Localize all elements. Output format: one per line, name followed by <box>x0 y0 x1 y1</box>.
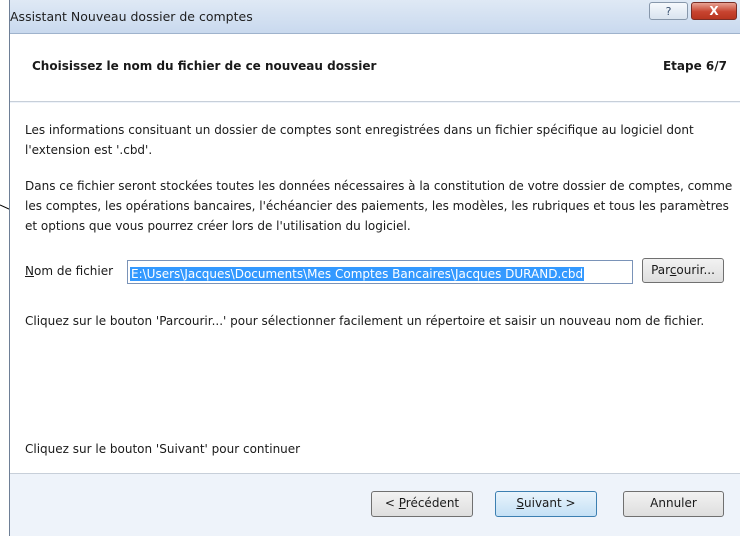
close-icon: X <box>709 4 719 18</box>
previous-button[interactable]: < Précédent <box>371 491 473 517</box>
next-button[interactable]: Suivant > <box>495 491 597 517</box>
next-label-after: uivant > <box>524 496 576 510</box>
intro-paragraph: Les informations consituant un dossier d… <box>25 123 694 157</box>
help-icon: ? <box>665 5 672 18</box>
cancel-button[interactable]: Annuler <box>623 491 724 517</box>
filename-label-text: om de fichier <box>33 264 114 278</box>
filename-value: E:\Users\Jacques\Documents\Mes Comptes B… <box>130 267 585 281</box>
step-indicator: Etape 6/7 <box>662 59 727 73</box>
button-bar: < Précédent Suivant > Annuler <box>10 474 740 536</box>
help-button[interactable]: ? <box>649 2 688 20</box>
next-label-accesskey: S <box>516 496 525 510</box>
wizard-dialog: Assistant Nouveau dossier de comptes ? X… <box>9 0 740 536</box>
filename-input[interactable]: E:\Users\Jacques\Documents\Mes Comptes B… <box>127 260 633 284</box>
browse-label-before: Par <box>651 263 670 277</box>
step-title: Choisissez le nom du fichier de ce nouve… <box>32 59 377 73</box>
filename-label-accesskey: N <box>25 264 34 278</box>
filename-label: Nom de fichier <box>25 264 113 278</box>
browse-label-after: ourir... <box>676 263 715 277</box>
title-bar: Assistant Nouveau dossier de comptes ? X <box>10 0 740 34</box>
cancel-label: Annuler <box>650 496 697 510</box>
close-button[interactable]: X <box>691 2 737 20</box>
browse-hint-paragraph: Cliquez sur le bouton 'Parcourir...' pou… <box>25 314 705 328</box>
browse-button[interactable]: Parcourir... <box>642 258 724 283</box>
previous-label-accesskey: P <box>398 496 406 510</box>
previous-label-after: récédent <box>405 496 460 510</box>
continue-hint-paragraph: Cliquez sur le bouton 'Suivant' pour con… <box>25 442 301 456</box>
details-paragraph: Dans ce fichier seront stockées toutes l… <box>25 179 733 233</box>
previous-label-before: < <box>384 496 399 510</box>
wizard-content: Les informations consituant un dossier d… <box>10 103 740 474</box>
window-title: Assistant Nouveau dossier de comptes <box>10 9 253 24</box>
step-header: Choisissez le nom du fichier de ce nouve… <box>10 34 740 102</box>
